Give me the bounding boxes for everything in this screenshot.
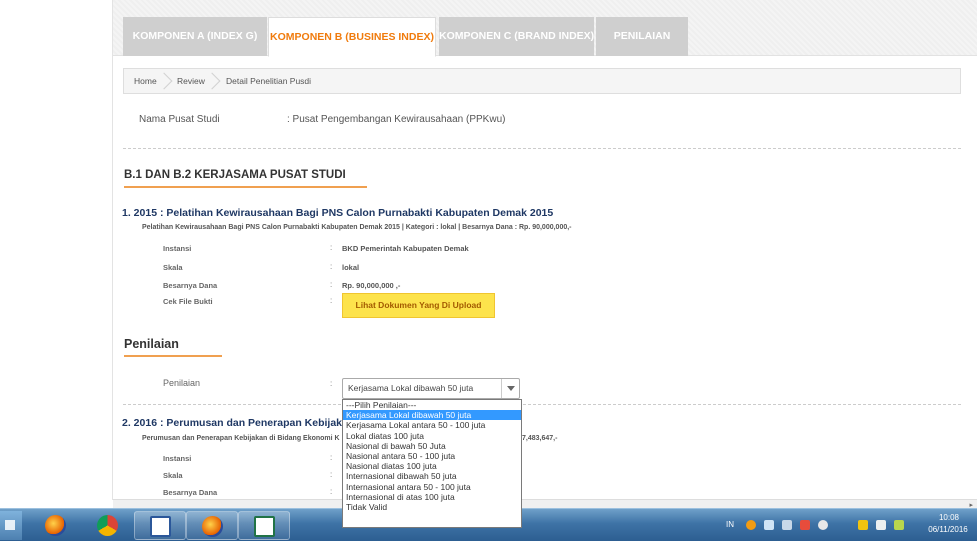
tray-tool-icon[interactable]: [858, 520, 868, 530]
dropdown-option[interactable]: Internasional antara 50 - 100 juta: [343, 482, 521, 492]
breadcrumb-separator: [160, 72, 168, 90]
start-button[interactable]: [0, 511, 22, 540]
colon: :: [330, 470, 333, 479]
page-margin: [0, 0, 112, 500]
colon: :: [330, 262, 333, 271]
signal-icon[interactable]: [894, 520, 904, 530]
dropdown-option[interactable]: Internasional di atas 100 juta: [343, 492, 521, 502]
clock-date[interactable]: 06/11/2016: [920, 525, 976, 534]
network-icon[interactable]: [876, 520, 886, 530]
language-indicator[interactable]: IN: [726, 520, 734, 529]
tab-bar: KOMPONEN A (INDEX G) KOMPONEN B (BUSINES…: [113, 0, 977, 57]
field-label-skala: Skala: [163, 263, 183, 272]
breadcrumb-separator: [208, 72, 216, 90]
firefox-icon: [202, 516, 223, 537]
taskbar-excel[interactable]: [238, 511, 290, 540]
colon: :: [330, 296, 333, 305]
view-document-button[interactable]: Lihat Dokumen Yang Di Upload: [342, 293, 495, 318]
chrome-icon: [97, 515, 118, 536]
dropdown-option[interactable]: Kerjasama Lokal dibawah 50 juta: [343, 410, 521, 421]
penilaian-select-value: Kerjasama Lokal dibawah 50 juta: [348, 383, 474, 393]
item-subtitle-tail: 7,483,647,-: [522, 435, 558, 442]
penilaian-underline: [124, 355, 222, 357]
excel-icon: [254, 516, 275, 537]
windows-icon: [5, 520, 15, 530]
volume-icon[interactable]: [818, 520, 828, 530]
penilaian-select[interactable]: Kerjasama Lokal dibawah 50 juta: [342, 378, 520, 399]
horizontal-scrollbar[interactable]: ▸: [113, 499, 977, 509]
field-label-dana: Besarnya Dana: [163, 281, 218, 290]
taskbar-chrome[interactable]: [82, 511, 134, 540]
clock-time[interactable]: 10:08: [924, 513, 974, 522]
tab-komponen-c[interactable]: KOMPONEN C (BRAND INDEX): [439, 17, 594, 56]
item-subtitle: Perumusan dan Penerapan Kebijakan di Bid…: [142, 435, 340, 442]
tab-komponen-b[interactable]: KOMPONEN B (BUSINES INDEX): [268, 17, 436, 57]
breadcrumb: Home Review Detail Penelitian Pusdi: [123, 68, 961, 94]
tray-window-icon[interactable]: [764, 520, 774, 530]
dropdown-option[interactable]: Nasional diatas 100 juta: [343, 461, 521, 471]
dropdown-option[interactable]: Lokal diatas 100 juta: [343, 431, 521, 441]
field-value-instansi: BKD Pemerintah Kabupaten Demak: [342, 244, 469, 253]
field-label-cek-file: Cek File Bukti: [163, 297, 213, 306]
dropdown-option[interactable]: Tidak Valid: [343, 502, 521, 512]
field-label-instansi: Instansi: [163, 454, 192, 463]
tray-app-icon[interactable]: [746, 520, 756, 530]
field-value-skala: lokal: [342, 263, 360, 272]
divider: [123, 148, 961, 149]
penilaian-dropdown-list: ---Pilih Penilaian--- Kerjasama Lokal dib…: [342, 399, 522, 528]
colon: :: [330, 243, 333, 252]
pusat-studi-value: : Pusat Pengembangan Kewirausahaan (PPKw…: [287, 114, 506, 125]
colon: :: [330, 453, 333, 462]
penilaian-label: Penilaian: [163, 378, 201, 388]
field-label-dana: Besarnya Dana: [163, 488, 218, 497]
tray-alert-icon[interactable]: [800, 520, 810, 530]
section-underline: [124, 186, 367, 188]
breadcrumb-current: Detail Penelitian Pusdi: [226, 76, 312, 86]
tray-flag-icon[interactable]: [782, 520, 792, 530]
tab-penilaian[interactable]: PENILAIAN: [596, 17, 688, 56]
field-label-instansi: Instansi: [163, 244, 192, 253]
item-title: 1. 2015 : Pelatihan Kewirausahaan Bagi P…: [122, 207, 554, 219]
taskbar-firefox[interactable]: [30, 511, 82, 540]
breadcrumb-home[interactable]: Home: [134, 69, 157, 93]
colon: :: [330, 487, 333, 496]
breadcrumb-review[interactable]: Review: [177, 69, 205, 93]
item-title: 2. 2016 : Perumusan dan Penerapan Kebija…: [122, 417, 378, 429]
taskbar-firefox-active[interactable]: [186, 511, 238, 540]
colon: :: [330, 379, 333, 388]
field-value-dana: Rp. 90,000,000 ,-: [342, 281, 401, 290]
dropdown-option[interactable]: Nasional di bawah 50 Juta: [343, 441, 521, 451]
chevron-down-icon[interactable]: [501, 379, 519, 398]
penilaian-title: Penilaian: [124, 337, 179, 351]
item-subtitle: Pelatihan Kewirausahaan Bagi PNS Calon P…: [142, 224, 572, 231]
dropdown-option[interactable]: ---Pilih Penilaian---: [343, 400, 521, 410]
tab-komponen-a[interactable]: KOMPONEN A (INDEX G): [123, 17, 267, 56]
taskbar-word[interactable]: [134, 511, 186, 540]
content-border: [112, 0, 113, 500]
section-title: B.1 DAN B.2 KERJASAMA PUSAT STUDI: [124, 169, 346, 181]
firefox-icon: [45, 515, 66, 536]
pusat-studi-label: Nama Pusat Studi: [139, 114, 220, 125]
dropdown-option[interactable]: Kerjasama Lokal antara 50 - 100 juta: [343, 420, 521, 430]
colon: :: [330, 280, 333, 289]
word-icon: [150, 516, 171, 537]
field-label-skala: Skala: [163, 471, 183, 480]
divider: [123, 404, 961, 405]
dropdown-option[interactable]: Nasional antara 50 - 100 juta: [343, 451, 521, 461]
dropdown-option[interactable]: Internasional dibawah 50 juta: [343, 471, 521, 481]
